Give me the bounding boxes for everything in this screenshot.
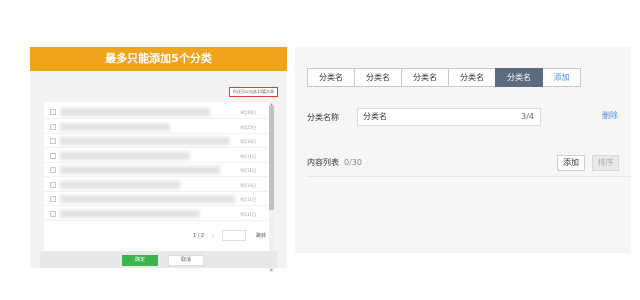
category-tabs: 分类名 分类名 分类名 分类名 分类名 添加 [307,68,581,87]
list-scrollbar[interactable]: ▲ ▼ [269,102,274,272]
goto-page-button[interactable]: 跳转 [256,230,266,242]
remaining-selection-note: 你还可以勾选30篇文章 [228,87,278,97]
tab-category-5[interactable]: 分类名 [495,68,543,87]
article-checkbox[interactable] [50,123,56,130]
tab-category-4[interactable]: 分类名 [448,68,496,87]
article-title-redacted [60,166,220,174]
dialog-banner-title: 最多只能添加5个分类 [30,47,287,71]
add-content-button[interactable]: 添加 [557,155,585,171]
article-title-redacted [60,151,190,160]
article-date: 9月25日 [240,124,256,130]
scrollbar-thumb[interactable] [269,106,274,210]
category-name-input[interactable]: 分类名 3/4 [357,108,541,126]
next-page-icon[interactable]: › [212,233,214,239]
content-divider [307,176,631,177]
article-row[interactable]: 9月11日 [44,208,270,221]
article-title-redacted [60,180,180,189]
article-date: 9月11日 [240,168,256,173]
category-editor-panel: 分类名 分类名 分类名 分类名 分类名 添加 分类名称 分类名 3/4 删除 内… [295,47,631,253]
content-list-label: 内容列表 [307,158,339,167]
article-row[interactable]: 9月11日 [44,164,270,177]
article-row[interactable]: 9月11日 [44,193,270,206]
article-list: 9月30日 9月25日 9月16日 9月11日 9月11日 9月14日 9月11日 9月11日… [44,102,274,272]
article-checkbox[interactable] [50,152,56,159]
article-date: 9月30日 [240,110,256,115]
article-date: 9月11日 [240,211,256,217]
content-list-header: 内容列表 0/30 [307,157,362,168]
category-name-label: 分类名称 [307,113,339,122]
article-title-redacted [60,122,170,131]
tab-category-3[interactable]: 分类名 [401,68,449,87]
article-checkbox[interactable] [50,138,56,144]
article-title-redacted [60,108,210,116]
article-checkbox[interactable] [50,210,56,217]
article-row[interactable]: 9月30日 [44,106,270,119]
sort-content-button[interactable]: 排序 [592,155,619,171]
article-row[interactable]: 9月25日 [44,121,270,134]
tab-category-2[interactable]: 分类名 [354,68,402,87]
dialog-footer: 确定 取消 [40,251,277,268]
article-row[interactable]: 9月14日 [44,179,270,192]
cancel-button[interactable]: 取消 [168,255,204,266]
article-date: 9月14日 [240,182,256,188]
goto-page-input[interactable] [222,230,246,241]
article-title-redacted [60,195,235,203]
confirm-button[interactable]: 确定 [122,255,158,266]
article-checkbox[interactable] [50,196,56,202]
article-picker-dialog: 最多只能添加5个分类 你还可以勾选30篇文章 9月30日 9月25日 9月16日 9月… [30,47,287,272]
content-list-count: 0/30 [344,158,362,167]
pagination: 1 / 2 › [193,230,214,242]
article-checkbox[interactable] [50,109,56,115]
article-list-rows: 9月30日 9月25日 9月16日 9月11日 9月11日 9月14日 9月11日 9月11日 [44,102,270,272]
add-category-tab[interactable]: 添加 [542,68,581,87]
category-name-char-count: 3/4 [521,112,534,121]
page-indicator: 1 / 2 [193,233,205,239]
article-row[interactable]: 9月11日 [44,150,270,163]
category-name-value: 分类名 [363,112,387,121]
article-date: 9月11日 [240,197,256,202]
article-title-redacted [60,137,230,145]
article-date: 9月16日 [240,139,256,144]
article-checkbox[interactable] [50,181,56,188]
article-row[interactable]: 9月16日 [44,135,270,148]
article-date: 9月11日 [240,153,256,159]
delete-category-link[interactable]: 删除 [602,110,618,121]
article-title-redacted [60,209,200,218]
article-checkbox[interactable] [50,167,56,173]
tab-category-1[interactable]: 分类名 [307,68,355,87]
scroll-down-icon[interactable]: ▼ [269,268,274,272]
